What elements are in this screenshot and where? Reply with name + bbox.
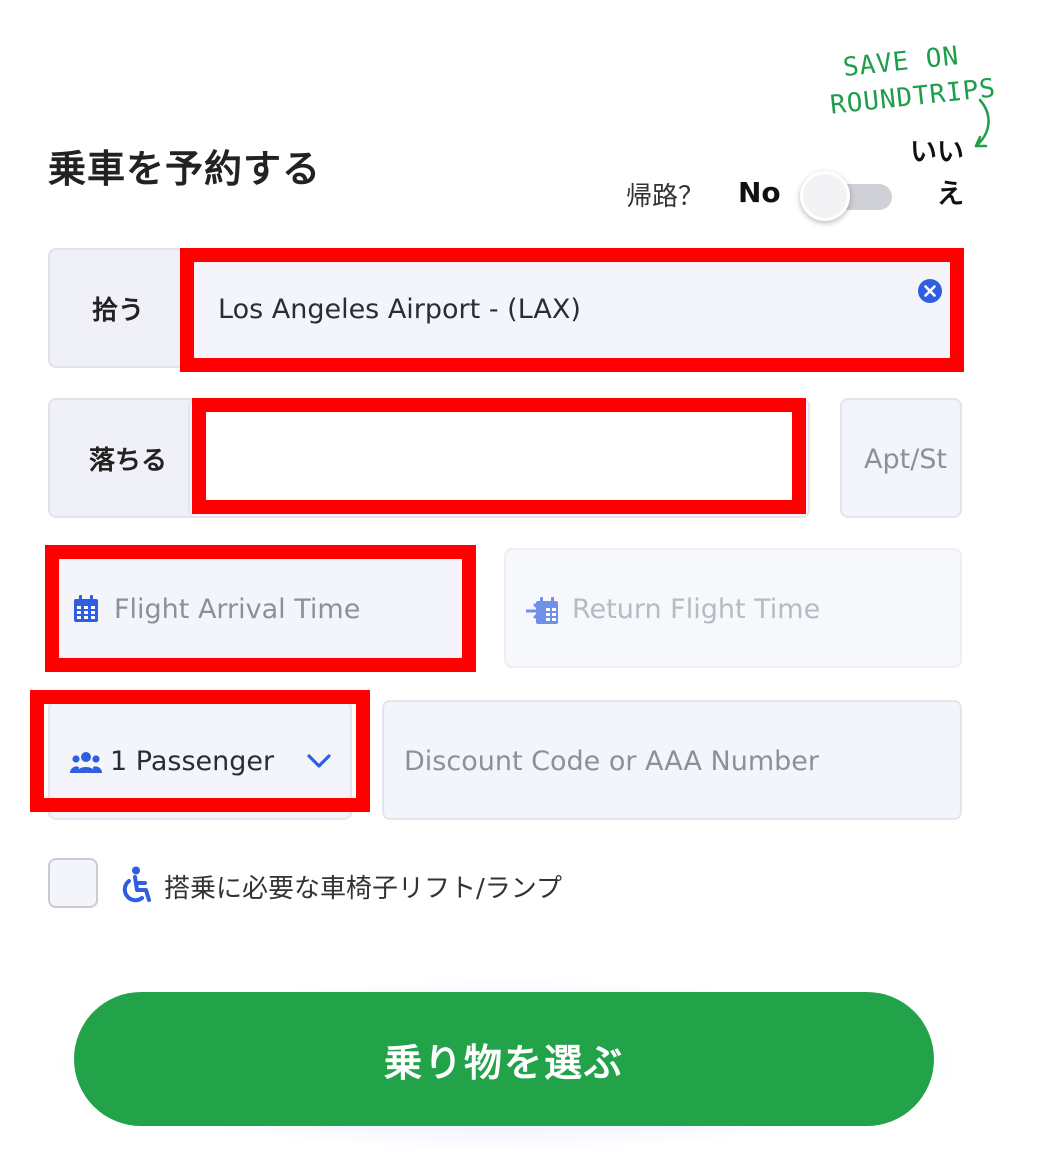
pickup-label: 拾う <box>48 248 188 368</box>
toggle-off-label: No <box>738 176 781 209</box>
wheelchair-label: 搭乗に必要な車椅子リフト/ランプ <box>164 874 562 904</box>
flight-arrival-placeholder: Flight Arrival Time <box>114 593 361 625</box>
users-icon <box>70 752 102 773</box>
dropoff-label: 落ちる <box>48 398 208 518</box>
apt-input[interactable]: Apt/St <box>840 398 962 518</box>
passenger-selected-value: 1 Passenger <box>110 745 275 777</box>
toggle-knob[interactable] <box>800 171 850 221</box>
wheelchair-checkbox[interactable] <box>48 858 98 908</box>
calendar-icon <box>74 595 98 622</box>
dropoff-input[interactable] <box>188 398 810 518</box>
return-flight-placeholder: Return Flight Time <box>572 593 821 625</box>
page-title: 乗車を予約する <box>48 147 322 191</box>
promo-note: SAVE ON ROUNDTRIPS <box>825 36 998 123</box>
apt-placeholder: Apt/St <box>864 443 948 475</box>
clear-icon[interactable] <box>917 278 943 304</box>
roundtrip-label: 帰路？ <box>626 182 705 212</box>
calendar-arrow-icon <box>526 597 558 624</box>
select-vehicle-button[interactable]: 乗り物を選ぶ <box>74 992 934 1126</box>
pickup-value: Los Angeles Airport - (LAX) <box>218 293 581 325</box>
chevron-down-icon[interactable] <box>306 752 332 770</box>
toggle-on-label: いいえ <box>910 137 964 210</box>
wheelchair-icon <box>122 866 151 903</box>
curved-arrow-icon <box>974 98 990 148</box>
discount-code-placeholder: Discount Code or AAA Number <box>404 745 819 777</box>
